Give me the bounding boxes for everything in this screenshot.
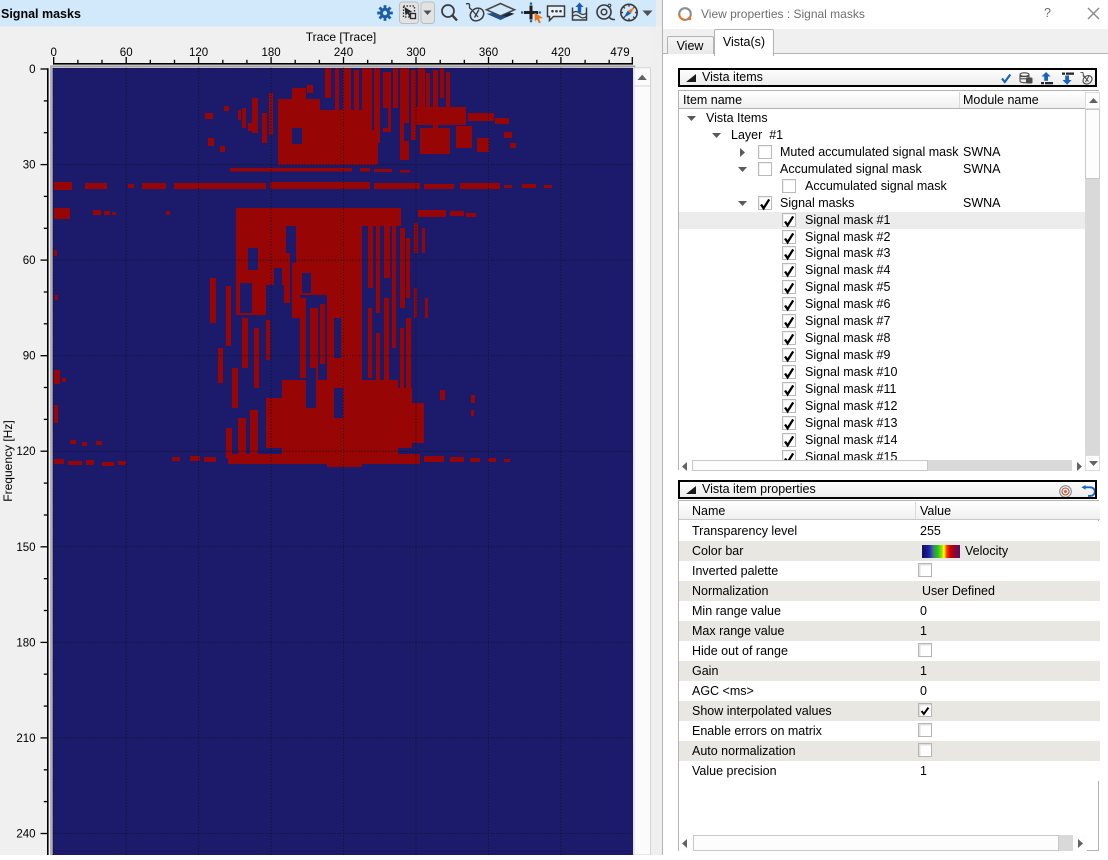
svg-text:0: 0 xyxy=(29,64,35,76)
svg-text:Trace [Trace]: Trace [Trace] xyxy=(306,30,376,44)
svg-text:Frequency [Hz]: Frequency [Hz] xyxy=(1,420,15,501)
svg-text:479: 479 xyxy=(610,47,629,59)
svg-text:60: 60 xyxy=(23,255,36,267)
svg-text:30: 30 xyxy=(23,160,36,172)
svg-text:240: 240 xyxy=(16,829,35,841)
svg-text:180: 180 xyxy=(16,637,35,649)
svg-text:Signal masks: Signal masks xyxy=(1,7,81,21)
svg-text:90: 90 xyxy=(23,351,36,363)
svg-text:210: 210 xyxy=(16,733,35,745)
svg-text:150: 150 xyxy=(16,542,35,554)
svg-text:120: 120 xyxy=(16,446,35,458)
